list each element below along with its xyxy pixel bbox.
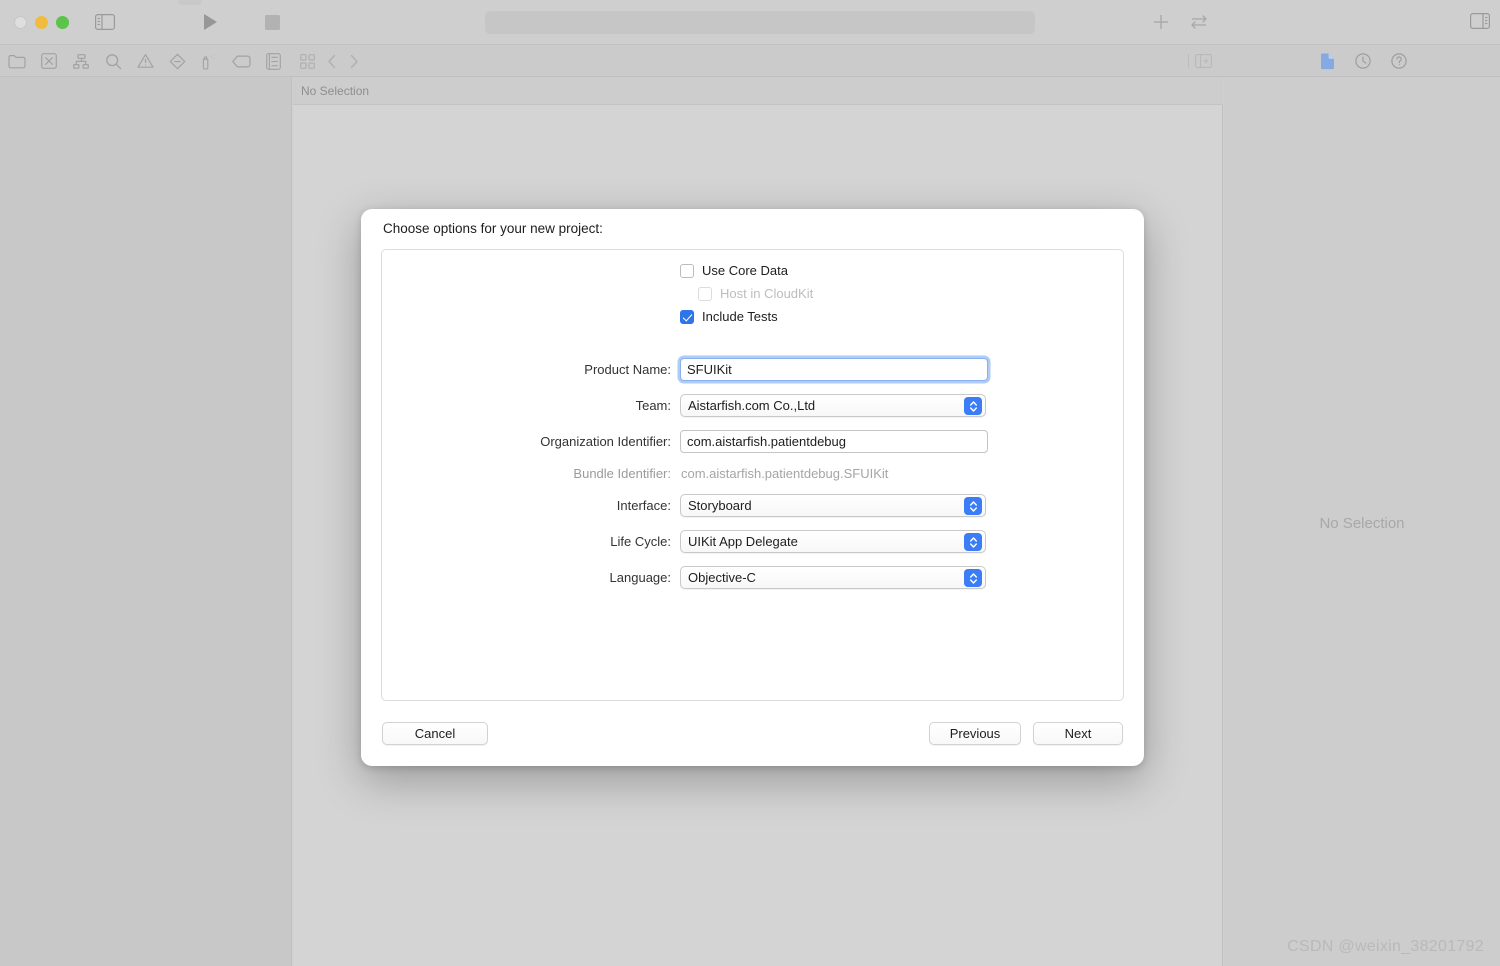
chevron-updown-icon — [964, 533, 982, 551]
dialog-footer: Cancel Previous Next — [361, 708, 1144, 766]
quick-help-icon[interactable] — [1391, 53, 1407, 69]
field-popup-button[interactable]: Storyboard — [680, 494, 986, 517]
stop-button[interactable] — [265, 14, 280, 30]
editor-header: No Selection — [293, 77, 1223, 105]
popup-selected-value: Aistarfish.com Co.,Ltd — [688, 398, 816, 413]
symbol-hierarchy-icon[interactable] — [70, 50, 92, 72]
inspector-panel[interactable]: No Selection — [1224, 77, 1500, 966]
breakpoint-diamond-icon[interactable] — [166, 50, 188, 72]
debug-spray-icon[interactable] — [198, 50, 220, 72]
search-icon[interactable] — [102, 50, 124, 72]
chevron-left-icon[interactable] — [327, 54, 337, 69]
checkbox-use-core-data[interactable] — [680, 263, 694, 278]
navigator-panel[interactable] — [0, 77, 292, 966]
editor-options-bar[interactable] — [1188, 45, 1212, 77]
field-label: Interface: — [616, 498, 671, 513]
checkbox-label: Host in CloudKit — [720, 286, 814, 301]
tag-icon[interactable] — [230, 50, 252, 72]
popup-selected-value: Storyboard — [688, 498, 752, 513]
checkbox-label: Include Tests — [702, 309, 778, 324]
folder-icon[interactable] — [6, 50, 28, 72]
dialog-title: Choose options for your new project: — [383, 221, 603, 236]
popup-selected-value: Objective-C — [688, 570, 756, 585]
form-row: Bundle Identifier: com.aistarfish.patient… — [382, 466, 1125, 481]
sidebar-toggle-icon[interactable] — [95, 14, 115, 30]
field-input[interactable] — [680, 358, 988, 381]
chevron-updown-icon — [964, 569, 982, 587]
field-label: Language: — [609, 570, 671, 585]
minimize-window-button[interactable] — [35, 15, 48, 29]
run-button[interactable] — [202, 13, 218, 31]
field-label: Bundle Identifier: — [573, 466, 671, 481]
form-row: Language: Objective-C — [382, 566, 1125, 589]
history-inspector-icon[interactable] — [1355, 53, 1371, 69]
file-inspector-icon[interactable] — [1320, 53, 1335, 70]
popup-selected-value: UIKit App Delegate — [688, 534, 798, 549]
divider — [1188, 54, 1189, 68]
chevron-right-icon[interactable] — [349, 54, 359, 69]
checkbox-label: Use Core Data — [702, 263, 788, 278]
field-popup-button[interactable]: Aistarfish.com Co.,Ltd — [680, 394, 986, 417]
field-label: Team: — [635, 398, 671, 413]
project-options-checkboxes: Use Core Data Host in CloudKit Include Tes… — [382, 263, 1123, 324]
field-label: Organization Identifier: — [540, 434, 671, 449]
traffic-lights[interactable] — [14, 15, 69, 29]
xcode-window: No Selection No Selection CSDN @weixin_3… — [0, 0, 1500, 966]
field-label: Life Cycle: — [610, 534, 671, 549]
checkbox-include-tests[interactable] — [680, 309, 694, 324]
chevron-updown-icon — [964, 397, 982, 415]
grid-icon[interactable] — [300, 53, 315, 69]
window-titlebar — [0, 0, 1500, 45]
inspector-selector-bar[interactable] — [1320, 45, 1407, 77]
add-editor-icon[interactable] — [1195, 54, 1212, 68]
field-popup-button[interactable]: UIKit App Delegate — [680, 530, 986, 553]
previous-button[interactable]: Previous — [929, 722, 1021, 745]
field-input[interactable] — [680, 430, 988, 453]
warning-triangle-icon[interactable] — [134, 50, 156, 72]
checkbox-row: Host in CloudKit — [382, 286, 1123, 301]
field-popup-button[interactable]: Objective-C — [680, 566, 986, 589]
titlebar-notch — [178, 0, 202, 5]
form-row: Life Cycle: UIKit App Delegate — [382, 530, 1125, 553]
navigator-selector-bar[interactable] — [6, 45, 284, 77]
editor-jump-bar[interactable] — [300, 45, 359, 77]
form-row: Product Name: — [382, 358, 1125, 381]
inspector-no-selection-label: No Selection — [1319, 515, 1405, 532]
field-label: Product Name: — [584, 362, 671, 377]
cancel-button[interactable]: Cancel — [382, 722, 488, 745]
next-button[interactable]: Next — [1033, 722, 1123, 745]
project-options-form: Product Name: Team: Aistarfish.com Co.,Ltd… — [382, 358, 1125, 602]
form-row: Interface: Storyboard — [382, 494, 1125, 517]
field-readonly-value: com.aistarfish.patientdebug.SFUIKit — [681, 466, 889, 481]
activity-status-field[interactable] — [485, 11, 1035, 34]
dialog-body: Product Name: Team: Aistarfish.com Co.,Ltd… — [381, 249, 1124, 701]
new-project-options-dialog: Choose options for your new project: Pro… — [361, 209, 1144, 766]
editor-no-selection-label: No Selection — [301, 83, 370, 98]
close-window-button[interactable] — [14, 15, 27, 29]
checkbox-host-in-cloudkit — [698, 286, 712, 301]
swap-arrows-icon[interactable] — [1189, 13, 1209, 31]
maximize-window-button[interactable] — [56, 15, 69, 29]
checkbox-row: Use Core Data — [382, 263, 1123, 278]
plus-icon[interactable] — [1152, 13, 1170, 31]
report-list-icon[interactable] — [262, 50, 284, 72]
watermark-text: CSDN @weixin_38201792 — [1287, 938, 1484, 955]
form-row: Team: Aistarfish.com Co.,Ltd — [382, 394, 1125, 417]
chevron-updown-icon — [964, 497, 982, 515]
checkbox-row: Include Tests — [382, 309, 1123, 324]
navigator-toolbar-strip — [0, 45, 1500, 77]
inspector-toggle-icon[interactable] — [1470, 13, 1490, 29]
source-control-icon[interactable] — [38, 50, 60, 72]
form-row: Organization Identifier: — [382, 430, 1125, 453]
